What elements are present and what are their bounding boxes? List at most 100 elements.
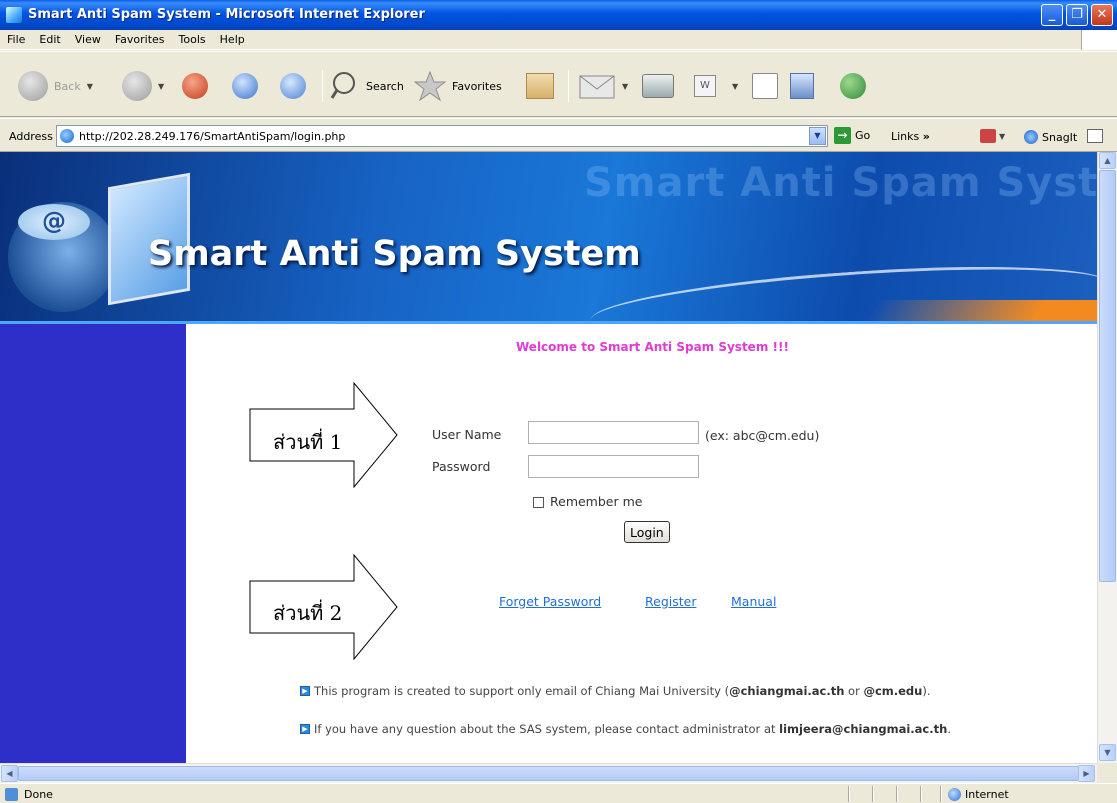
chevron-right-icon: »	[922, 130, 930, 143]
chevron-down-icon[interactable]: ▼	[999, 132, 1005, 141]
windows-logo-icon	[1081, 30, 1117, 50]
snagit-icon	[1024, 130, 1038, 144]
forward-button[interactable]: ▼	[122, 68, 164, 104]
page-status-icon	[5, 788, 18, 801]
menu-help[interactable]: Help	[213, 30, 252, 46]
favorites-button[interactable]: Favorites	[414, 68, 502, 104]
password-input[interactable]	[528, 455, 699, 478]
ie-window-icon	[6, 7, 22, 23]
address-dropdown-button[interactable]: ▼	[809, 127, 826, 145]
chevron-down-icon: ▼	[86, 81, 93, 91]
menu-view[interactable]: View	[68, 30, 108, 46]
links-label: Links	[891, 130, 920, 143]
history-button[interactable]	[526, 68, 554, 104]
messenger-button[interactable]	[840, 68, 866, 104]
menu-bar: File Edit View Favorites Tools Help	[0, 30, 1117, 50]
home-button[interactable]	[280, 68, 306, 104]
toolbar-separator	[322, 70, 323, 102]
chevron-down-icon: ▼	[622, 81, 629, 91]
info-bullet-icon: ▶	[300, 686, 310, 696]
print-button[interactable]	[642, 68, 674, 104]
address-input[interactable]: http://202.28.249.176/SmartAntiSpam/logi…	[56, 125, 828, 147]
search-button[interactable]: Search	[330, 68, 404, 104]
maximize-button[interactable]: ❐	[1066, 4, 1088, 26]
note2-suffix: .	[947, 722, 951, 736]
status-bar: Done Internet	[0, 783, 1117, 803]
discuss-button[interactable]	[752, 68, 778, 104]
note1-domain1: @chiangmai.ac.th	[729, 684, 845, 698]
address-url[interactable]: http://202.28.249.176/SmartAntiSpam/logi…	[79, 130, 345, 143]
horizontal-scroll-thumb[interactable]	[18, 766, 1079, 781]
minimize-button[interactable]: _	[1041, 4, 1063, 26]
vertical-scrollbar[interactable]: ▲ ▼	[1097, 152, 1117, 763]
welcome-heading: Welcome to Smart Anti Spam System !!!	[516, 340, 789, 354]
note-support-scope: ▶ This program is created to support onl…	[300, 684, 931, 698]
info-bullet-icon: ▶	[300, 724, 310, 734]
note1-domain2: @cm.edu	[863, 684, 923, 698]
scroll-left-button[interactable]: ◀	[1, 765, 18, 782]
translate-icon[interactable]	[980, 129, 996, 143]
browser-window: Smart Anti Spam System - Microsoft Inter…	[0, 0, 1117, 803]
status-divider	[872, 786, 874, 802]
edit-button[interactable]: W ▼	[694, 68, 738, 104]
search-icon	[330, 72, 355, 99]
status-divider	[896, 786, 898, 802]
note1-mid: or	[844, 684, 864, 698]
remember-me-checkbox[interactable]	[533, 497, 544, 508]
manual-link[interactable]: Manual	[731, 594, 776, 609]
research-button[interactable]	[790, 68, 814, 104]
close-button[interactable]: ✕	[1091, 4, 1113, 26]
discuss-icon	[752, 73, 778, 99]
security-zone: Internet	[948, 788, 1009, 801]
status-text: Done	[24, 788, 53, 801]
links-button[interactable]: Links »	[891, 130, 930, 143]
toolbar: Back ▼ ▼ Search Favorites ▼ W ▼	[0, 51, 1117, 117]
forget-password-link[interactable]: Forget Password	[499, 594, 601, 609]
left-sidebar	[0, 324, 186, 763]
scrollbar-corner	[1097, 763, 1117, 783]
back-arrow-icon	[18, 71, 48, 101]
username-hint: (ex: abc@cm.edu)	[705, 428, 820, 443]
zone-label: Internet	[965, 788, 1009, 801]
menu-file[interactable]: File	[0, 30, 32, 46]
admin-email: limjeera@chiangmai.ac.th	[779, 722, 948, 736]
back-button[interactable]: Back ▼	[18, 68, 93, 104]
scroll-down-button[interactable]: ▼	[1099, 744, 1116, 761]
word-icon: W	[694, 75, 716, 97]
scroll-right-button[interactable]: ▶	[1078, 765, 1095, 782]
address-bar: Address http://202.28.249.176/SmartAntiS…	[0, 118, 1117, 152]
part2-label: ส่วนที่ 2	[273, 601, 343, 625]
status-divider	[920, 786, 922, 802]
address-label: Address	[9, 130, 53, 143]
part1-label: ส่วนที่ 1	[273, 430, 343, 454]
login-button[interactable]: Login	[624, 521, 670, 543]
menu-tools[interactable]: Tools	[172, 30, 213, 46]
username-input[interactable]	[528, 421, 699, 444]
history-icon	[526, 73, 554, 99]
snagit-capture-icon[interactable]	[1087, 129, 1103, 143]
menu-favorites[interactable]: Favorites	[108, 30, 172, 46]
stop-button[interactable]	[182, 68, 208, 104]
horizontal-scrollbar[interactable]: ◀ ▶	[0, 763, 1097, 783]
scroll-up-button[interactable]: ▲	[1099, 152, 1116, 169]
refresh-button[interactable]	[232, 68, 258, 104]
snagit-button[interactable]: SnagIt	[1024, 130, 1077, 144]
register-link[interactable]: Register	[645, 594, 696, 609]
back-label: Back	[54, 79, 81, 93]
status-divider	[940, 786, 942, 802]
research-icon	[790, 73, 814, 99]
go-button[interactable]: → Go	[834, 127, 870, 144]
mail-button[interactable]: ▼	[578, 68, 628, 104]
banner-ghost-text: Smart Anti Spam System	[584, 160, 1097, 206]
stop-icon	[182, 73, 208, 99]
favorites-label: Favorites	[452, 79, 502, 93]
title-bar[interactable]: Smart Anti Spam System - Microsoft Inter…	[0, 0, 1117, 30]
vertical-scroll-thumb[interactable]	[1099, 170, 1116, 582]
chevron-down-icon: ▼	[158, 81, 165, 91]
ie-page-icon	[60, 129, 74, 143]
menu-edit[interactable]: Edit	[32, 30, 67, 46]
at-symbol-icon: @	[18, 204, 90, 240]
snagit-label: SnagIt	[1042, 130, 1078, 144]
chevron-down-icon: ▼	[732, 81, 739, 91]
globe-icon	[948, 788, 961, 801]
